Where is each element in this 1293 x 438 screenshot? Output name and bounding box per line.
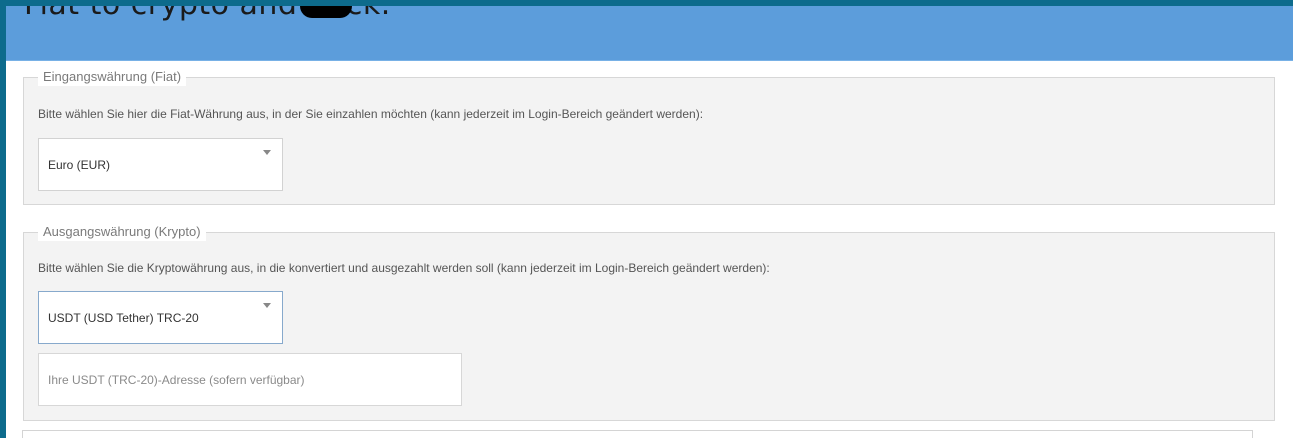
crypto-section-description: Bitte wählen Sie die Kryptowährung aus, … xyxy=(38,261,770,275)
crypto-currency-select[interactable]: USDT (USD Tether) TRC-20 xyxy=(38,291,283,344)
app-frame: Fiat to crypto and back. Eingangswährung… xyxy=(6,6,1293,438)
fiat-section-description: Bitte wählen Sie hier die Fiat-Währung a… xyxy=(38,107,704,121)
fiat-currency-fieldset: Eingangswährung (Fiat) Bitte wählen Sie … xyxy=(23,68,1275,205)
crypto-section-legend: Ausgangswährung (Krypto) xyxy=(38,223,206,241)
chevron-down-icon xyxy=(263,150,271,155)
next-section-box xyxy=(22,430,1253,438)
usdt-address-input[interactable] xyxy=(38,353,462,406)
crypto-selected-value: USDT (USD Tether) TRC-20 xyxy=(48,311,199,325)
fiat-currency-select[interactable]: Euro (EUR) xyxy=(38,138,283,191)
crypto-currency-fieldset: Ausgangswährung (Krypto) Bitte wählen Si… xyxy=(23,223,1275,421)
dark-pill-button[interactable] xyxy=(300,6,352,18)
chevron-down-icon xyxy=(263,303,271,308)
fiat-selected-value: Euro (EUR) xyxy=(48,158,111,172)
fiat-section-legend: Eingangswährung (Fiat) xyxy=(38,68,187,86)
header-bar: Fiat to crypto and back. xyxy=(6,6,1293,61)
